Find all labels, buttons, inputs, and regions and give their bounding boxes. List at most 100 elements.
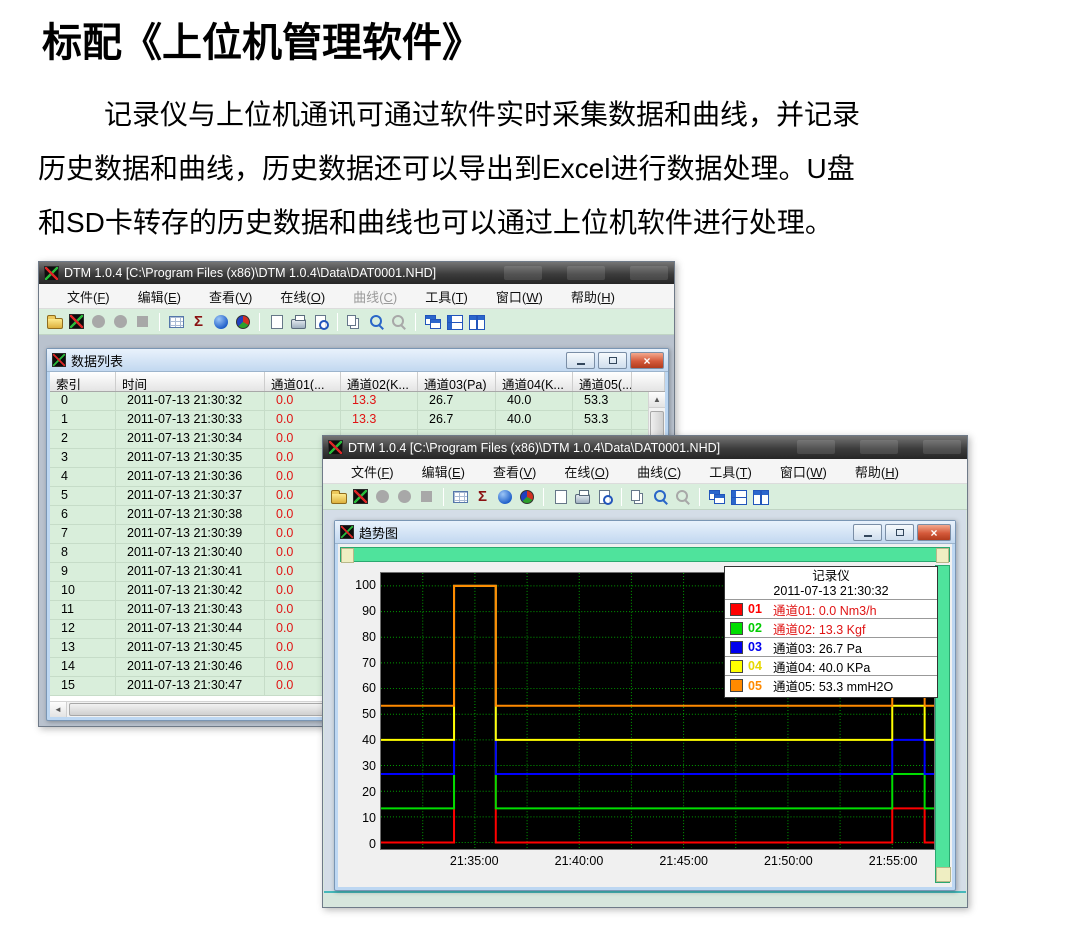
column-header[interactable]: 通道05(...	[573, 372, 632, 391]
table-cell: 6	[50, 506, 116, 524]
zoom-in-icon[interactable]	[368, 313, 385, 330]
minimize-button[interactable]	[853, 524, 882, 541]
pause-disabled-icon[interactable]	[112, 313, 129, 330]
cascade-windows-icon[interactable]	[708, 488, 725, 505]
close-button[interactable]: ×	[630, 352, 664, 369]
table-cell: 40.0	[496, 411, 573, 429]
menu-item[interactable]: 曲线(C)	[339, 287, 411, 306]
pie-chart-icon[interactable]	[518, 488, 535, 505]
scroll-left-icon[interactable]: ◄	[50, 702, 67, 717]
print-icon[interactable]	[290, 313, 307, 330]
record-disabled-icon[interactable]	[374, 488, 391, 505]
export-excel-icon[interactable]	[268, 313, 285, 330]
print-icon[interactable]	[574, 488, 591, 505]
menu-item[interactable]: 在线(O)	[266, 287, 339, 306]
column-header[interactable]: 通道03(Pa)	[418, 372, 496, 391]
export-excel-icon[interactable]	[552, 488, 569, 505]
menu-item[interactable]: 帮助(H)	[557, 287, 629, 306]
minimize-button[interactable]	[504, 266, 542, 280]
print-preview-icon[interactable]	[596, 488, 613, 505]
zoom-out-disabled-icon[interactable]	[390, 313, 407, 330]
minimize-button[interactable]	[797, 440, 835, 454]
copy-icon[interactable]	[346, 313, 363, 330]
table-cell: 0.0	[265, 392, 341, 410]
print-preview-icon[interactable]	[312, 313, 329, 330]
tile-horizontal-icon[interactable]	[730, 488, 747, 505]
table-cell: 0	[50, 392, 116, 410]
window2-menubar: 文件(F)编辑(E)查看(V)在线(O)曲线(C)工具(T)窗口(W)帮助(H)	[323, 459, 967, 484]
table-cell: 9	[50, 563, 116, 581]
table-cell: 40.0	[496, 392, 573, 410]
statistics-sigma-icon[interactable]	[190, 313, 207, 330]
maximize-button[interactable]	[860, 440, 898, 454]
menu-item[interactable]: 窗口(W)	[482, 287, 557, 306]
column-header[interactable]: 索引	[50, 372, 116, 391]
table-cell: 2011-07-13 21:30:37	[116, 487, 265, 505]
table-cell: 2011-07-13 21:30:44	[116, 620, 265, 638]
info-icon[interactable]	[496, 488, 513, 505]
x-tick-label: 21:45:00	[659, 854, 708, 868]
maximize-button[interactable]	[567, 266, 605, 280]
table-row[interactable]: 02011-07-13 21:30:320.013.326.740.053.3	[50, 392, 665, 411]
table-cell: 53.3	[573, 392, 632, 410]
menu-item[interactable]: 文件(F)	[53, 287, 124, 306]
stop-disabled-icon[interactable]	[134, 313, 151, 330]
maximize-button[interactable]	[598, 352, 627, 369]
close-button[interactable]	[630, 266, 668, 280]
dtm-logo-icon[interactable]	[68, 313, 85, 330]
copy-icon[interactable]	[630, 488, 647, 505]
window1-toolbar	[39, 309, 674, 335]
tile-vertical-icon[interactable]	[752, 488, 769, 505]
table-cell: 13.3	[341, 411, 418, 429]
menu-item[interactable]: 帮助(H)	[841, 462, 913, 481]
menu-item[interactable]: 查看(V)	[479, 462, 550, 481]
close-button[interactable]	[923, 440, 961, 454]
dtm-logo-icon[interactable]	[352, 488, 369, 505]
pie-chart-icon[interactable]	[234, 313, 251, 330]
column-header[interactable]: 时间	[116, 372, 265, 391]
tile-horizontal-icon[interactable]	[446, 313, 463, 330]
open-file-icon[interactable]	[46, 313, 63, 330]
menu-item[interactable]: 编辑(E)	[408, 462, 479, 481]
pause-disabled-icon[interactable]	[396, 488, 413, 505]
data-grid-icon[interactable]	[452, 488, 469, 505]
toolbar-separator	[543, 488, 544, 506]
record-disabled-icon[interactable]	[90, 313, 107, 330]
menu-item[interactable]: 工具(T)	[411, 287, 482, 306]
legend-entry: 04通道04: 40.0 KPa	[725, 657, 937, 676]
data-list-titlebar[interactable]: 数据列表 ×	[47, 349, 668, 372]
chart-horizontal-scrollbar[interactable]	[340, 547, 950, 562]
column-header[interactable]: 通道01(...	[265, 372, 341, 391]
trend-titlebar[interactable]: 趋势图 ×	[335, 521, 955, 544]
minimize-button[interactable]	[566, 352, 595, 369]
menu-item[interactable]: 曲线(C)	[623, 462, 695, 481]
window-dtm-trend: DTM 1.0.4 [C:\Program Files (x86)\DTM 1.…	[322, 435, 968, 908]
menu-item[interactable]: 窗口(W)	[766, 462, 841, 481]
window1-titlebar[interactable]: DTM 1.0.4 [C:\Program Files (x86)\DTM 1.…	[39, 262, 674, 284]
cascade-windows-icon[interactable]	[424, 313, 441, 330]
window2-titlebar[interactable]: DTM 1.0.4 [C:\Program Files (x86)\DTM 1.…	[323, 436, 967, 459]
menu-item[interactable]: 查看(V)	[195, 287, 266, 306]
tile-vertical-icon[interactable]	[468, 313, 485, 330]
legend-entry: 05通道05: 53.3 mmH2O	[725, 676, 937, 695]
table-row[interactable]: 12011-07-13 21:30:330.013.326.740.053.3	[50, 411, 665, 430]
menu-item[interactable]: 编辑(E)	[124, 287, 195, 306]
menu-item[interactable]: 在线(O)	[550, 462, 623, 481]
info-icon[interactable]	[212, 313, 229, 330]
scroll-up-icon[interactable]: ▲	[649, 392, 665, 408]
column-header[interactable]: 通道02(K...	[341, 372, 418, 391]
statistics-sigma-icon[interactable]	[474, 488, 491, 505]
y-tick-label: 70	[340, 656, 376, 670]
zoom-in-icon[interactable]	[652, 488, 669, 505]
menu-item[interactable]: 工具(T)	[695, 462, 766, 481]
maximize-button[interactable]	[885, 524, 914, 541]
close-button[interactable]: ×	[917, 524, 951, 541]
table-cell: 2011-07-13 21:30:45	[116, 639, 265, 657]
open-file-icon[interactable]	[330, 488, 347, 505]
data-grid-icon[interactable]	[168, 313, 185, 330]
x-tick-label: 21:55:00	[869, 854, 918, 868]
zoom-out-disabled-icon[interactable]	[674, 488, 691, 505]
column-header[interactable]: 通道04(K...	[496, 372, 573, 391]
stop-disabled-icon[interactable]	[418, 488, 435, 505]
menu-item[interactable]: 文件(F)	[337, 462, 408, 481]
